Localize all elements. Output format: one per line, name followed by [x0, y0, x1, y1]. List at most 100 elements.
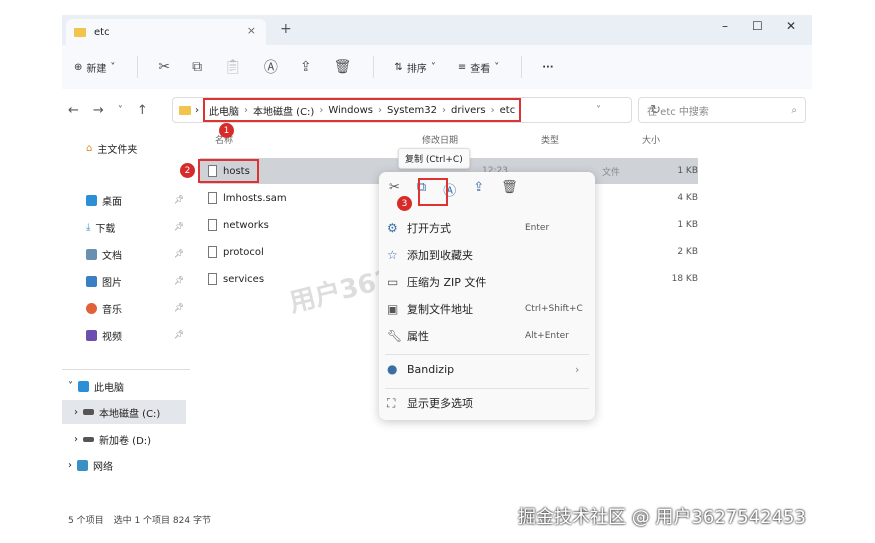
- column-header-size[interactable]: 大小: [642, 133, 660, 146]
- sidebar-item-music[interactable]: 音乐: [86, 301, 122, 316]
- cut-icon[interactable]: ✂: [158, 59, 170, 75]
- file-size: 4 KB: [677, 193, 698, 203]
- menu-item-copy-path[interactable]: ▣ 复制文件地址 Ctrl+Shift+C: [387, 296, 587, 322]
- menu-item-properties[interactable]: 🔧︎ 属性 Alt+Enter: [387, 323, 587, 349]
- view-button[interactable]: ≡ 查看 ˅: [458, 60, 499, 75]
- chevron-right-icon: ›: [442, 104, 446, 116]
- wrench-icon: 🔧︎: [387, 329, 403, 343]
- address-bar[interactable]: › 此电脑 › 本地磁盘 (C:) › Windows › System32 › dri…: [172, 97, 661, 123]
- sidebar-item-label: 本地磁盘 (C:): [99, 408, 161, 420]
- file-icon: [208, 219, 217, 231]
- menu-shortcut: Alt+Enter: [525, 331, 569, 341]
- rename-icon[interactable]: Ⓐ: [264, 57, 278, 77]
- back-icon[interactable]: ←: [68, 103, 79, 118]
- file-name: services: [223, 273, 265, 285]
- share-icon[interactable]: ⇪: [300, 59, 312, 75]
- sort-button[interactable]: ⇅ 排序 ˅: [394, 60, 435, 75]
- sidebar-item-home[interactable]: ⌂ 主文件夹: [86, 141, 137, 156]
- step-badge-2: 2: [180, 163, 195, 178]
- sidebar-item-videos[interactable]: 视频: [86, 328, 122, 343]
- pin-icon: 📌︎: [174, 249, 185, 258]
- column-header-date[interactable]: 修改日期: [422, 133, 458, 146]
- sidebar-item-network[interactable]: › 网络: [68, 458, 113, 473]
- delete-icon[interactable]: 🗑︎: [334, 59, 352, 75]
- menu-item-compress-zip[interactable]: ▭ 压缩为 ZIP 文件: [387, 269, 587, 295]
- sidebar-item-label: 此电脑: [94, 383, 124, 394]
- menu-item-bandizip[interactable]: ● Bandizip ›: [387, 356, 587, 382]
- close-tab-icon[interactable]: ×: [247, 24, 256, 37]
- new-tab-button[interactable]: +: [280, 21, 292, 37]
- menu-item-label: 打开方式: [407, 222, 451, 235]
- pin-icon: 📌︎: [174, 222, 185, 231]
- sidebar-item-c-drive[interactable]: › 本地磁盘 (C:): [62, 400, 186, 424]
- crumb-etc[interactable]: etc: [500, 105, 516, 116]
- column-header-type[interactable]: 类型: [541, 133, 559, 146]
- network-icon: [77, 460, 88, 471]
- paste-icon[interactable]: 📋︎: [224, 59, 242, 75]
- tab-etc[interactable]: etc ×: [66, 19, 266, 45]
- sidebar-item-label: 文档: [102, 251, 122, 262]
- status-bar: 5 个项目 选中 1 个项目 824 字节: [68, 513, 211, 526]
- crumb-c-drive[interactable]: 本地磁盘 (C:): [253, 103, 314, 118]
- close-window-button[interactable]: ✕: [786, 19, 796, 33]
- desktop-icon: [86, 195, 97, 206]
- address-dropdown-icon[interactable]: ˅: [596, 105, 601, 116]
- new-button[interactable]: ⊕ 新建 ˅: [74, 60, 115, 75]
- crumb-windows[interactable]: Windows: [328, 105, 373, 116]
- step-badge-1: 1: [219, 123, 234, 138]
- divider: [62, 369, 190, 370]
- file-size: 1 KB: [677, 220, 698, 230]
- chevron-right-icon: ›: [377, 104, 382, 116]
- sidebar-item-d-drive[interactable]: › 新加卷 (D:): [74, 432, 151, 447]
- breadcrumb: 此电脑 › 本地磁盘 (C:) › Windows › System32 › drive…: [203, 98, 522, 122]
- up-icon[interactable]: ↑: [137, 103, 148, 118]
- chevron-right-icon: ›: [74, 434, 78, 445]
- sidebar-item-pictures[interactable]: 图片: [86, 274, 122, 289]
- crumb-system32[interactable]: System32: [387, 105, 437, 116]
- sidebar-item-label: 桌面: [102, 197, 122, 208]
- share-icon[interactable]: ⇪: [473, 180, 484, 199]
- forward-icon[interactable]: →: [93, 103, 104, 118]
- maximize-button[interactable]: ☐: [752, 19, 763, 33]
- sidebar-item-documents[interactable]: 文档: [86, 247, 122, 262]
- menu-divider: [385, 354, 589, 355]
- sidebar-item-label: 音乐: [102, 305, 122, 316]
- file-icon: [208, 273, 217, 285]
- file-type: 文件: [602, 167, 621, 178]
- plus-circle-icon: ⊕: [74, 61, 83, 73]
- new-label: 新建: [86, 63, 107, 75]
- sidebar-item-downloads[interactable]: ⤓ 下载: [86, 220, 115, 235]
- chevron-right-icon: ›: [195, 104, 199, 116]
- minimize-button[interactable]: –: [722, 19, 728, 33]
- crumb-this-pc[interactable]: 此电脑: [209, 103, 239, 118]
- chevron-down-icon: ˅: [110, 61, 116, 73]
- cut-icon[interactable]: ✂: [389, 180, 400, 199]
- menu-item-open-with[interactable]: ⚙ 打开方式 Enter: [387, 215, 587, 241]
- menu-item-label: 复制文件地址: [407, 303, 473, 316]
- pictures-icon: [86, 276, 97, 287]
- sort-label: 排序: [406, 63, 427, 75]
- sidebar-item-label: 新加卷 (D:): [99, 436, 152, 447]
- delete-icon[interactable]: 🗑︎: [501, 180, 518, 199]
- sidebar-item-this-pc[interactable]: ˅ 此电脑: [68, 379, 124, 394]
- file-size: 18 KB: [671, 274, 698, 284]
- pin-icon: 📌︎: [174, 303, 185, 312]
- more-button[interactable]: ···: [542, 62, 553, 73]
- selection-info: 选中 1 个项目 824 字节: [113, 516, 211, 526]
- menu-item-add-favorites[interactable]: ☆ 添加到收藏夹: [387, 242, 587, 268]
- file-icon: [208, 192, 217, 204]
- music-icon: [86, 303, 97, 314]
- context-menu: ✂ ⧉ Ⓐ ⇪ 🗑︎ 3 ⚙ 打开方式 Enter ☆ 添加到收藏夹 ▭ 压缩为 ZIP…: [379, 172, 595, 420]
- menu-item-show-more[interactable]: ⛶ 显示更多选项: [387, 390, 587, 416]
- search-placeholder: 在 etc 中搜索: [647, 106, 709, 118]
- menu-lines-icon: ≡: [457, 61, 467, 73]
- search-input[interactable]: 在 etc 中搜索 ⌕: [638, 97, 806, 123]
- star-icon: ☆: [387, 248, 398, 262]
- sidebar-item-desktop[interactable]: 桌面: [86, 193, 122, 208]
- download-icon: ⤓: [86, 222, 91, 233]
- recent-chevron-icon[interactable]: ˅: [118, 105, 123, 116]
- navigation-buttons: ← → ˅ ↑: [68, 95, 148, 125]
- copy-icon[interactable]: ⧉: [192, 59, 202, 75]
- tooltip-copy: 复制 (Ctrl+C): [398, 148, 470, 169]
- crumb-drivers[interactable]: drivers: [451, 105, 486, 116]
